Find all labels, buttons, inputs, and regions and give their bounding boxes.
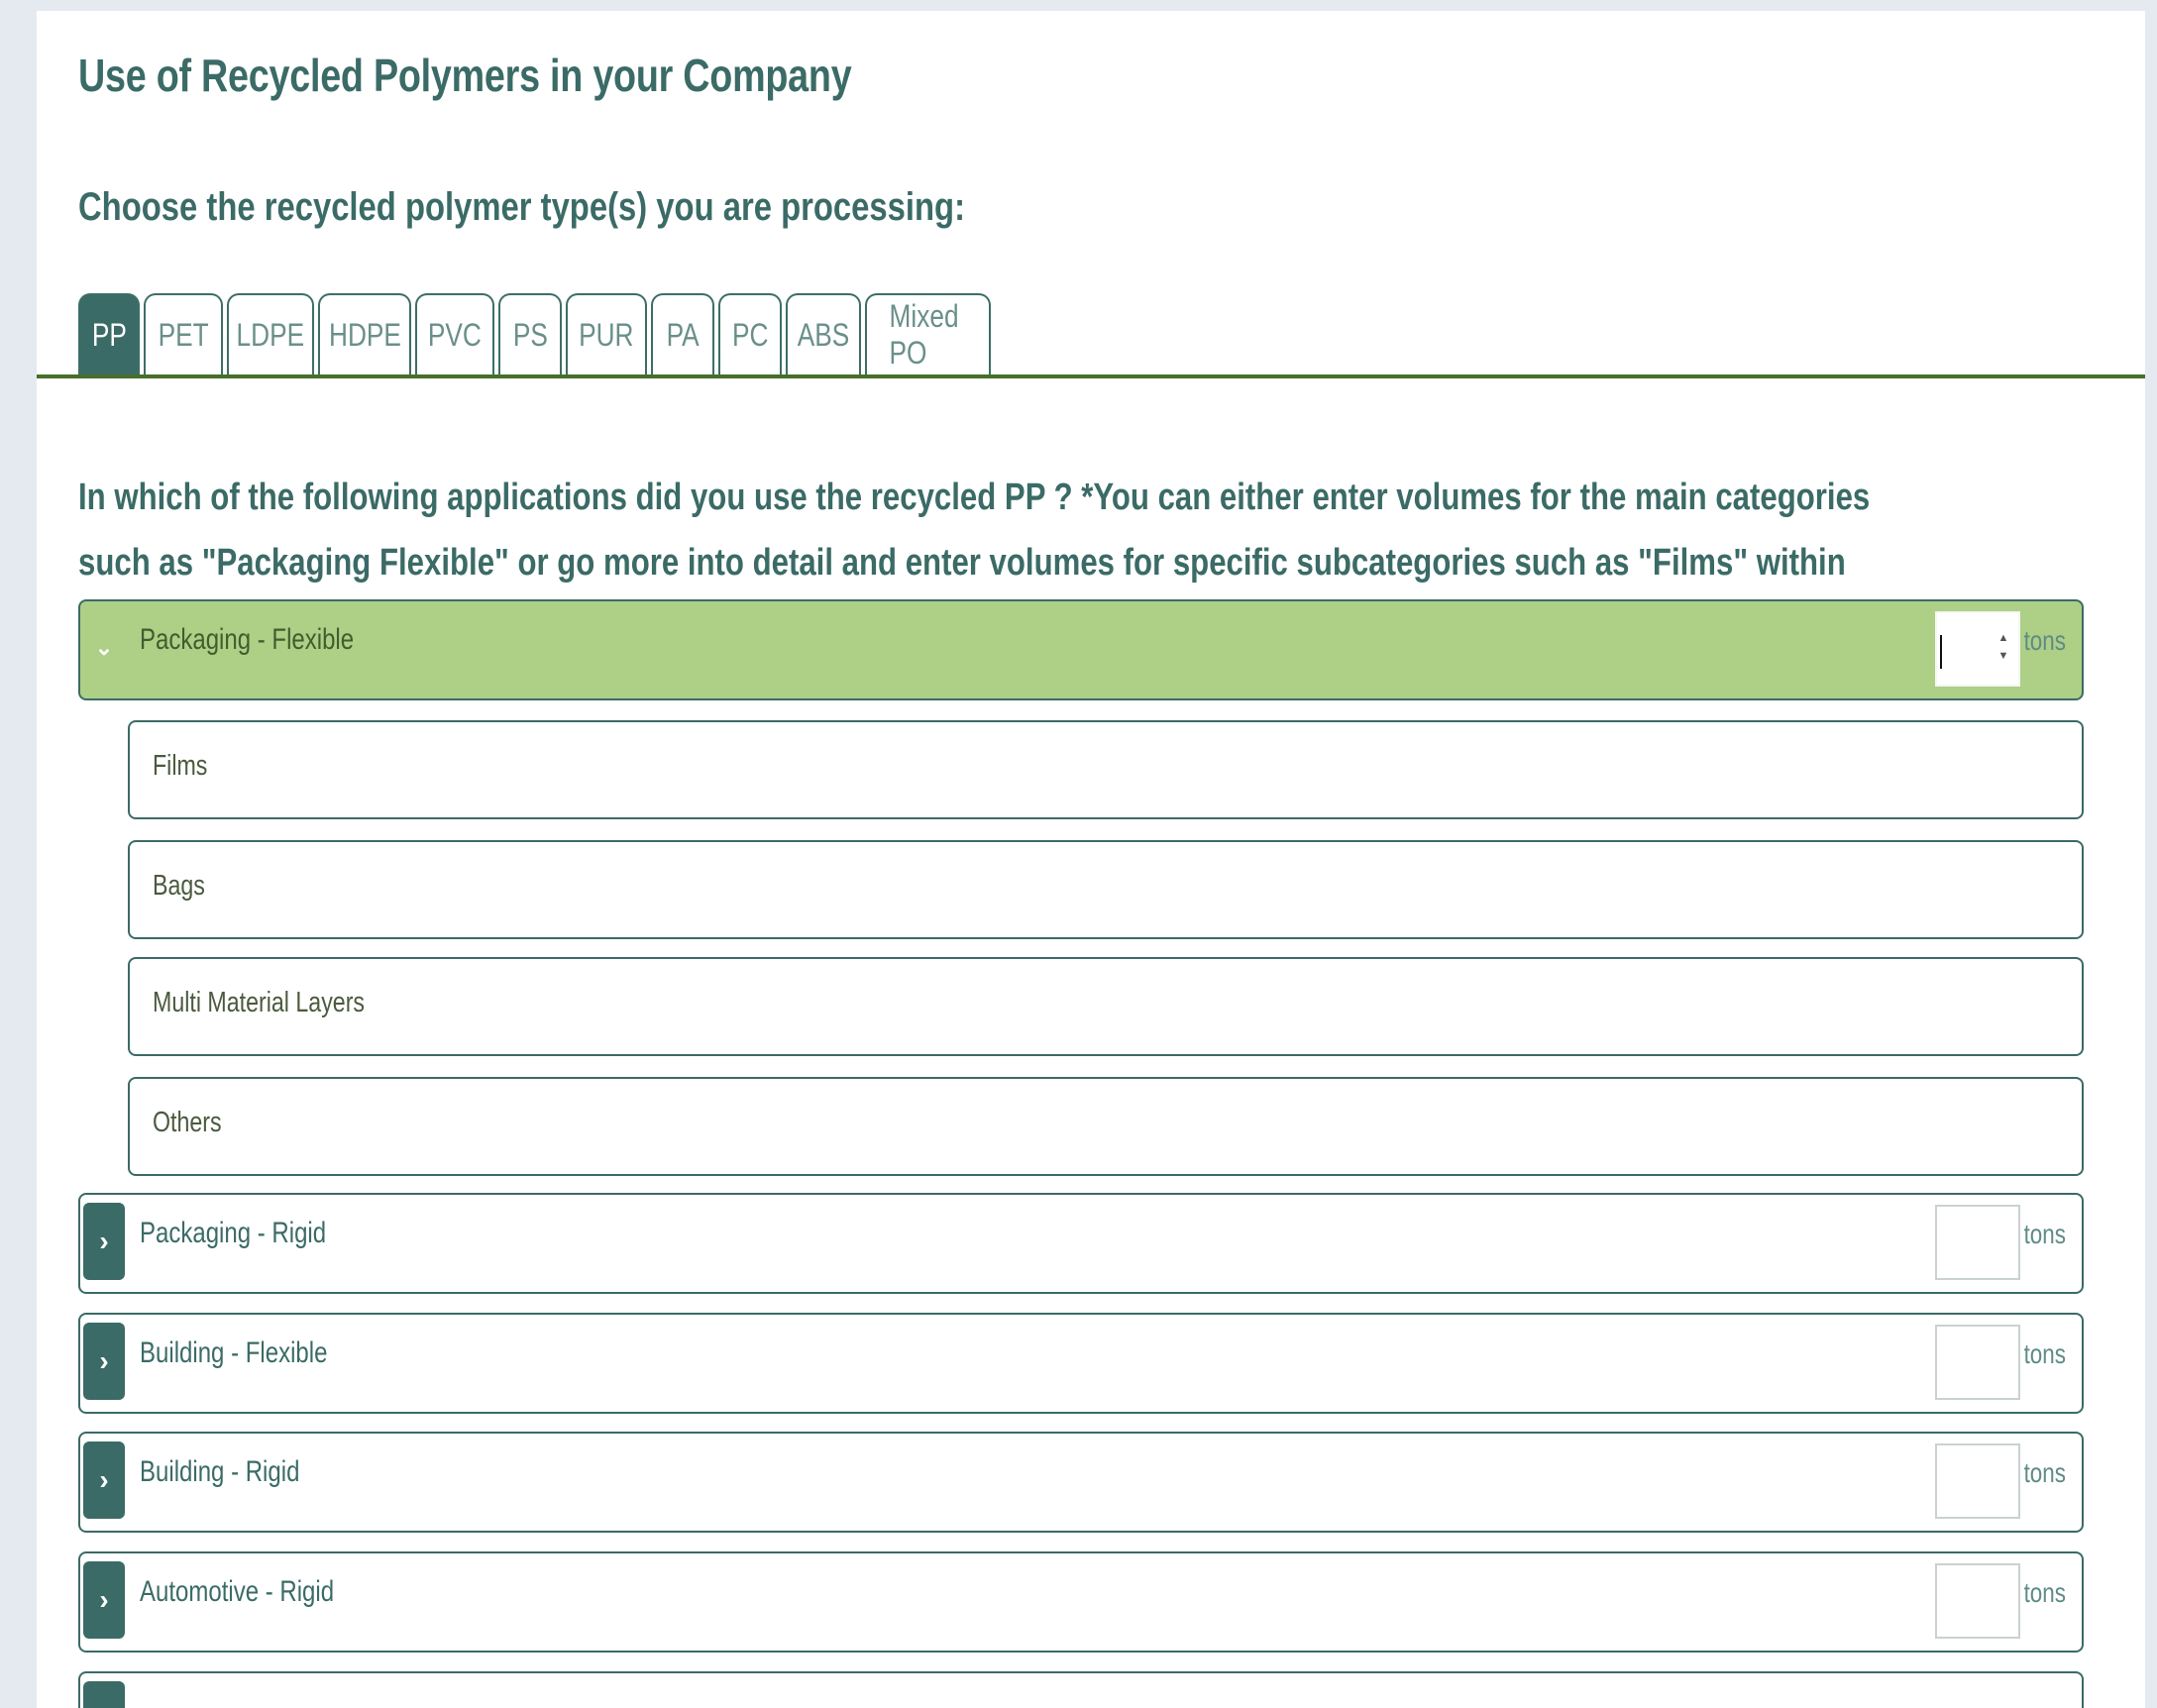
category-next-clipped[interactable]: › xyxy=(78,1671,2084,1708)
category-label: Packaging - Flexible xyxy=(140,623,355,656)
unit-label: tons xyxy=(2023,1338,2066,1369)
tab-label: PS xyxy=(512,316,548,353)
tab-label: PUR xyxy=(579,316,634,353)
tab-label: LDPE xyxy=(236,316,305,353)
subcategory-multi-material-layers[interactable]: Multi Material Layers xyxy=(128,957,2084,1056)
tab-label: Mixed PO xyxy=(889,298,959,371)
subcategory-label: Multi Material Layers xyxy=(153,987,366,1018)
unit-label: tons xyxy=(2023,1219,2066,1249)
tab-divider xyxy=(37,374,2145,378)
subcategory-label: Films xyxy=(153,750,208,782)
chevron-down-icon[interactable]: ⌄ xyxy=(83,609,125,687)
polymer-type-heading: Choose the recycled polymer type(s) you … xyxy=(78,185,965,229)
tab-label: PET xyxy=(158,316,209,353)
category-packaging-flexible[interactable]: ⌄ Packaging - Flexible ▲ ▼ tons xyxy=(78,599,2084,700)
page-title: Use of Recycled Polymers in your Company xyxy=(78,50,852,101)
tab-pa[interactable]: PA xyxy=(651,293,714,374)
tab-label: HDPE xyxy=(328,316,401,353)
unit-label: tons xyxy=(2023,1457,2066,1488)
category-building-rigid[interactable]: › Building - Rigid tons xyxy=(78,1432,2084,1533)
category-label: Packaging - Rigid xyxy=(140,1217,327,1249)
subcategory-label: Bags xyxy=(153,870,205,902)
text-cursor xyxy=(1940,635,1942,669)
tab-label: PVC xyxy=(428,316,482,353)
tab-pet[interactable]: PET xyxy=(144,293,223,374)
tons-input-building-rigid[interactable] xyxy=(1935,1443,2020,1519)
polymer-tabs: PP PET LDPE HDPE PVC PS PUR PA PC ABS Mi… xyxy=(78,293,991,376)
tab-mixed-po[interactable]: Mixed PO xyxy=(865,293,991,374)
chevron-right-icon[interactable]: › xyxy=(83,1681,125,1708)
subcategory-bags[interactable]: Bags xyxy=(128,840,2084,939)
tab-ldpe[interactable]: LDPE xyxy=(227,293,314,374)
category-label: Building - Flexible xyxy=(140,1336,328,1369)
subcategory-films[interactable]: Films xyxy=(128,720,2084,819)
unit-label: tons xyxy=(2023,625,2066,656)
chevron-right-icon[interactable]: › xyxy=(83,1323,125,1400)
tab-pc[interactable]: PC xyxy=(718,293,782,374)
tons-input-automotive-rigid[interactable] xyxy=(1935,1563,2020,1639)
category-automotive-rigid[interactable]: › Automotive - Rigid tons xyxy=(78,1551,2084,1653)
category-label: Building - Rigid xyxy=(140,1455,300,1488)
subcategory-others[interactable]: Others xyxy=(128,1077,2084,1176)
tons-input-building-flexible[interactable] xyxy=(1935,1325,2020,1400)
tab-pp[interactable]: PP xyxy=(78,293,140,374)
survey-page: Use of Recycled Polymers in your Company… xyxy=(37,11,2145,1708)
tab-label: PC xyxy=(731,316,769,353)
tab-label: PP xyxy=(91,316,127,353)
chevron-right-icon[interactable]: › xyxy=(83,1203,125,1280)
tab-pur[interactable]: PUR xyxy=(566,293,647,374)
tab-ps[interactable]: PS xyxy=(498,293,562,374)
tons-input-packaging-flexible[interactable]: ▲ ▼ xyxy=(1935,611,2020,687)
tons-input-packaging-rigid[interactable] xyxy=(1935,1205,2020,1280)
tab-hdpe[interactable]: HDPE xyxy=(318,293,411,374)
subcategory-label: Others xyxy=(153,1107,222,1138)
category-label: Automotive - Rigid xyxy=(140,1575,335,1608)
tab-label: PA xyxy=(666,316,700,353)
category-packaging-rigid[interactable]: › Packaging - Rigid tons xyxy=(78,1193,2084,1294)
tab-pvc[interactable]: PVC xyxy=(415,293,494,374)
category-building-flexible[interactable]: › Building - Flexible tons xyxy=(78,1313,2084,1414)
tab-label: ABS xyxy=(797,316,850,353)
unit-label: tons xyxy=(2023,1577,2066,1608)
tab-abs[interactable]: ABS xyxy=(786,293,861,374)
chevron-right-icon[interactable]: › xyxy=(83,1561,125,1639)
spinner-arrows-icon[interactable]: ▲ ▼ xyxy=(1996,629,2010,671)
chevron-right-icon[interactable]: › xyxy=(83,1441,125,1519)
